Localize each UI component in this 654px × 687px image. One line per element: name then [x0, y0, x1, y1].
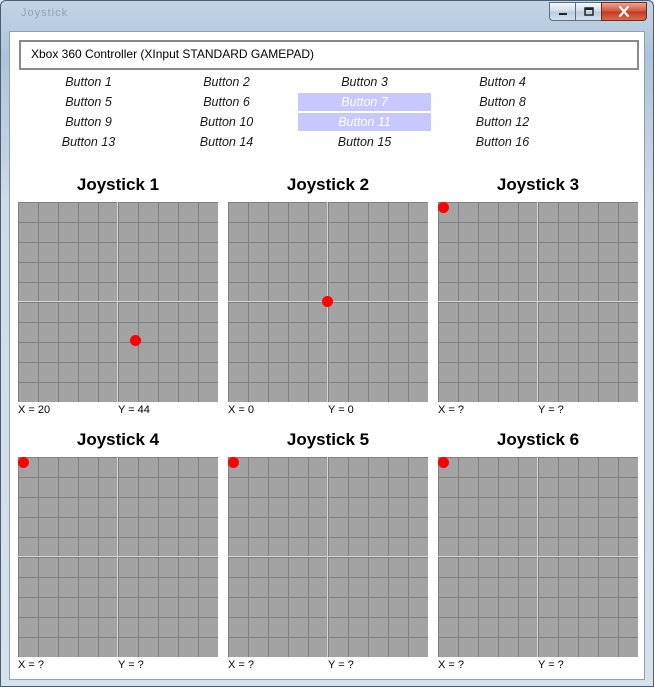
joystick-title: Joystick 2: [286, 175, 370, 194]
gamepad-button-13: Button 13: [61, 135, 116, 149]
joystick-position-dot: [437, 456, 449, 468]
joystick-center-hline: [228, 556, 428, 557]
joystick-x-value: X = ?: [438, 659, 464, 671]
joystick-y-value: Y = ?: [118, 659, 144, 671]
minimize-icon: [558, 12, 567, 15]
gamepad-button-8: Button 8: [479, 95, 526, 109]
gamepad-button-12: Button 12: [475, 115, 530, 129]
title-bar[interactable]: Joystick: [1, 1, 653, 31]
device-selector[interactable]: Xbox 360 Controller (XInput STANDARD GAM…: [19, 40, 639, 70]
window-title: Joystick: [21, 7, 69, 19]
maximize-icon: [583, 7, 594, 16]
joystick-plot: [437, 456, 638, 657]
joystick-position-dot: [227, 456, 239, 468]
joystick-x-value: X = 20: [18, 404, 51, 416]
joystick-center-vline: [537, 457, 538, 657]
gamepad-button-6: Button 6: [203, 95, 250, 109]
joystick-position-dot: [321, 295, 333, 307]
buttons-grid: Button 1 Button 2 Button 3 Button 4 Button 5…: [22, 71, 642, 151]
device-name: Xbox 360 Controller (XInput STANDARD GAM…: [31, 47, 314, 61]
joystick-x-value: X = ?: [438, 404, 464, 416]
joystick-center-vline: [327, 457, 328, 657]
joystick-plot: [437, 201, 638, 402]
joystick-title: Joystick 3: [496, 175, 580, 194]
joystick-title: Joystick 4: [76, 430, 160, 449]
joystick-center-hline: [18, 301, 218, 302]
joystick-x-value: X = ?: [18, 659, 44, 671]
joystick-y-value: Y = ?: [328, 659, 354, 671]
maximize-button[interactable]: [575, 2, 601, 21]
gamepad-button-7: Button 7: [298, 93, 431, 111]
joystick-title: Joystick 1: [76, 175, 160, 194]
joystick-y-value: Y = ?: [538, 404, 564, 416]
joystick-center-hline: [438, 301, 638, 302]
close-icon: [618, 6, 630, 17]
window-controls: [549, 2, 647, 21]
close-button[interactable]: [601, 2, 647, 21]
joystick-y-value: Y = 44: [118, 404, 150, 416]
client-area: Xbox 360 Controller (XInput STANDARD GAM…: [9, 31, 645, 680]
joystick-plot: [18, 202, 218, 402]
minimize-button[interactable]: [549, 2, 575, 21]
window-frame: Joystick Xbox 360 Controller (XInput STA…: [0, 0, 654, 687]
joystick-center-vline: [537, 202, 538, 402]
gamepad-button-16: Button 16: [475, 135, 530, 149]
gamepad-button-10: Button 10: [199, 115, 254, 129]
gamepad-button-5: Button 5: [65, 95, 112, 109]
joystick-center-vline: [117, 202, 118, 402]
joystick-center-hline: [438, 556, 638, 557]
joystick-x-value: X = ?: [228, 659, 254, 671]
gamepad-button-9: Button 9: [65, 115, 112, 129]
gamepad-button-11: Button 11: [298, 113, 431, 131]
joystick-title: Joystick 6: [496, 430, 580, 449]
joystick-center-hline: [18, 556, 218, 557]
gamepad-button-4: Button 4: [479, 75, 526, 89]
joystick-plot: [228, 202, 428, 402]
joystick-y-value: Y = 0: [328, 404, 354, 416]
joystick-position-dot: [437, 201, 449, 213]
gamepad-button-14: Button 14: [199, 135, 254, 149]
gamepad-button-2: Button 2: [203, 75, 250, 89]
gamepad-button-3: Button 3: [341, 75, 388, 89]
gamepad-button-1: Button 1: [65, 75, 112, 89]
joystick-plot: [227, 456, 428, 657]
joystick-title: Joystick 5: [286, 430, 370, 449]
joystick-y-value: Y = ?: [538, 659, 564, 671]
gamepad-button-15: Button 15: [337, 135, 392, 149]
joystick-plot: [17, 456, 218, 657]
joystick-position-dot: [17, 456, 29, 468]
joystick-center-vline: [117, 457, 118, 657]
joystick-x-value: X = 0: [228, 404, 254, 416]
joystick-position-dot: [129, 335, 141, 347]
